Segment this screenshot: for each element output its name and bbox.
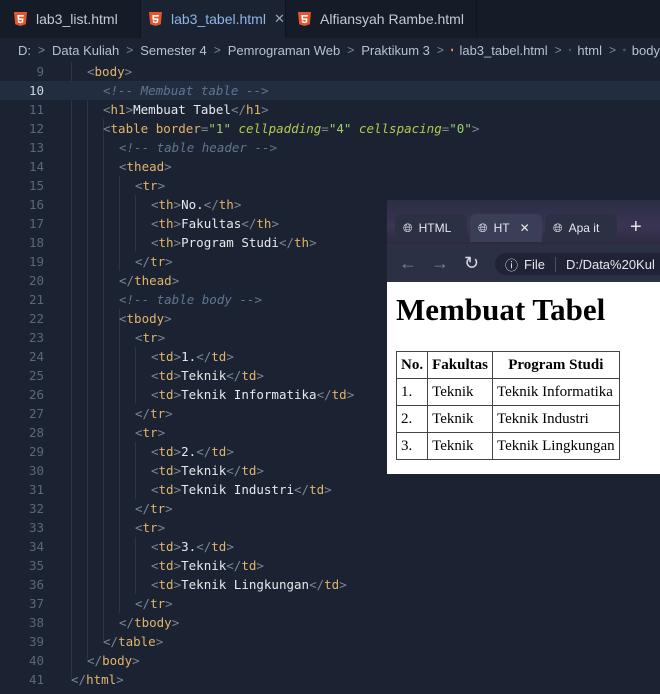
globe-icon: 🌐︎ [553, 220, 563, 235]
globe-icon: 🌐︎ [478, 220, 488, 235]
table-row: 3. Teknik Teknik Lingkungan [395, 432, 620, 460]
file-label: File [524, 256, 556, 272]
code-line: 40 </body> [28, 653, 140, 668]
html5-icon [14, 12, 27, 26]
fakultas-table: No. Fakultas Program Studi 1. Teknik Tek… [395, 351, 620, 460]
globe-icon: 🌐︎ [403, 220, 413, 235]
tab-alfiansyah[interactable]: Alfiansyah Rambe.html [286, 0, 477, 38]
html5-icon [450, 48, 454, 52]
breadcrumb-item[interactable]: D: [18, 43, 31, 58]
table-cell: Teknik Informatika [491, 378, 620, 406]
tab-lab3-list[interactable]: lab3_list.html [0, 0, 141, 38]
table-row: 2. Teknik Teknik Industri [395, 405, 620, 433]
browser-toolbar: ← → ↻ ⓘ File D:/Data%20Kul [387, 244, 660, 282]
chevron-right-icon: > [38, 43, 46, 57]
breadcrumb-item[interactable]: html [577, 43, 602, 58]
code-line: 37 </tr> [28, 596, 173, 611]
code-line: 41 </html> [28, 672, 124, 687]
code-line: 13 <!-- table header --> [28, 140, 278, 155]
table-cell: Teknik [427, 378, 493, 406]
browser-tab-strip: 🌐︎ HTML 🌐︎ HT ✕ 🌐︎ Apa it + [387, 200, 660, 244]
table-cell: 2. [395, 405, 429, 433]
code-line: 32 </tr> [28, 501, 173, 516]
code-line: 39 </table> [28, 634, 164, 649]
cube-icon [568, 48, 572, 52]
back-arrow-icon[interactable]: ← [399, 244, 417, 282]
code-line: 14 <thead> [28, 159, 172, 174]
html5-icon [149, 12, 162, 26]
forward-arrow-icon[interactable]: → [431, 244, 449, 282]
code-line: 36 <td>Teknik Lingkungan</td> [28, 577, 347, 592]
breadcrumb-item[interactable]: body [632, 43, 660, 58]
table-cell: 1. [395, 378, 429, 406]
table-header-cell: Program Studi [491, 351, 620, 379]
tab-label: Alfiansyah Rambe.html [320, 11, 464, 27]
browser-tab-label: HTML [418, 221, 452, 235]
rendered-page: Membuat Tabel No. Fakultas Program Studi… [387, 282, 660, 474]
chevron-right-icon: > [126, 43, 134, 57]
code-line: 12 <table border="1" cellpadding="4" cell… [28, 121, 480, 136]
code-line: 38 </tbody> [28, 615, 180, 630]
table-header-row: No. Fakultas Program Studi [395, 351, 620, 379]
chevron-right-icon: > [554, 43, 562, 57]
reload-icon[interactable]: ↻ [464, 244, 479, 282]
table-cell: 3. [395, 432, 429, 460]
page-heading: Membuat Tabel [396, 292, 606, 327]
info-icon[interactable]: ⓘ [505, 255, 518, 274]
table-header-cell: No. [395, 351, 429, 379]
tab-lab3-tabel[interactable]: lab3_tabel.html ✕ [141, 0, 286, 38]
close-icon[interactable]: ✕ [520, 221, 530, 235]
browser-tab-active[interactable]: 🌐︎ HT ✕ [470, 214, 542, 242]
browser-window: 🌐︎ HTML 🌐︎ HT ✕ 🌐︎ Apa it + ← → ↻ ⓘ File… [387, 200, 660, 474]
browser-tab-label: Apa it [568, 221, 600, 235]
breadcrumb-item[interactable]: Data Kuliah [52, 43, 119, 58]
table-cell: Teknik Industri [491, 405, 620, 433]
table-cell: Teknik Lingkungan [491, 432, 620, 460]
code-line: 35 <td>Teknik</td> [28, 558, 264, 573]
table-row: 1. Teknik Teknik Informatika [395, 378, 620, 406]
close-icon[interactable]: ✕ [274, 11, 285, 27]
chevron-right-icon: > [347, 43, 355, 57]
tab-label: lab3_tabel.html [171, 11, 266, 27]
code-line: 15 <tr> [28, 178, 166, 193]
breadcrumb-item[interactable]: Semester 4 [140, 43, 206, 58]
table-cell: Teknik [427, 432, 493, 460]
cube-icon [623, 48, 626, 52]
code-line: 11 <h1>Membuat Tabel</h1> [28, 102, 269, 117]
table-header-cell: Fakultas [427, 351, 493, 379]
breadcrumb-item[interactable]: Praktikum 3 [361, 43, 430, 58]
code-line: 33 <tr> [28, 520, 166, 535]
breadcrumb: D: > Data Kuliah > Semester 4 > Pemrograman… [0, 38, 660, 62]
chevron-right-icon: > [436, 43, 444, 57]
url-text: D:/Data%20Kul [565, 256, 655, 272]
html5-icon [298, 12, 311, 26]
browser-tab[interactable]: 🌐︎ Apa it [545, 214, 617, 242]
code-line: 9 <body> [36, 64, 133, 79]
breadcrumb-item[interactable]: lab3_tabel.html [459, 43, 547, 58]
code-line: 10 <!-- Membuat table --> [0, 81, 660, 100]
table-cell: Teknik [427, 405, 493, 433]
tab-label: lab3_list.html [36, 11, 118, 27]
editor-tab-bar: lab3_list.html lab3_tabel.html ✕ Alfians… [0, 0, 660, 38]
code-line: 34 <td>3.</td> [28, 539, 234, 554]
breadcrumb-item[interactable]: Pemrograman Web [228, 43, 340, 58]
chevron-right-icon: > [608, 43, 616, 57]
address-bar[interactable]: ⓘ File D:/Data%20Kul [495, 253, 660, 275]
chevron-right-icon: > [213, 43, 221, 57]
code-line: 31 <td>Teknik Industri</td> [28, 482, 332, 497]
browser-tab[interactable]: 🌐︎ HTML [395, 214, 467, 242]
browser-tab-label: HT [493, 221, 510, 235]
new-tab-icon[interactable]: + [630, 216, 642, 239]
